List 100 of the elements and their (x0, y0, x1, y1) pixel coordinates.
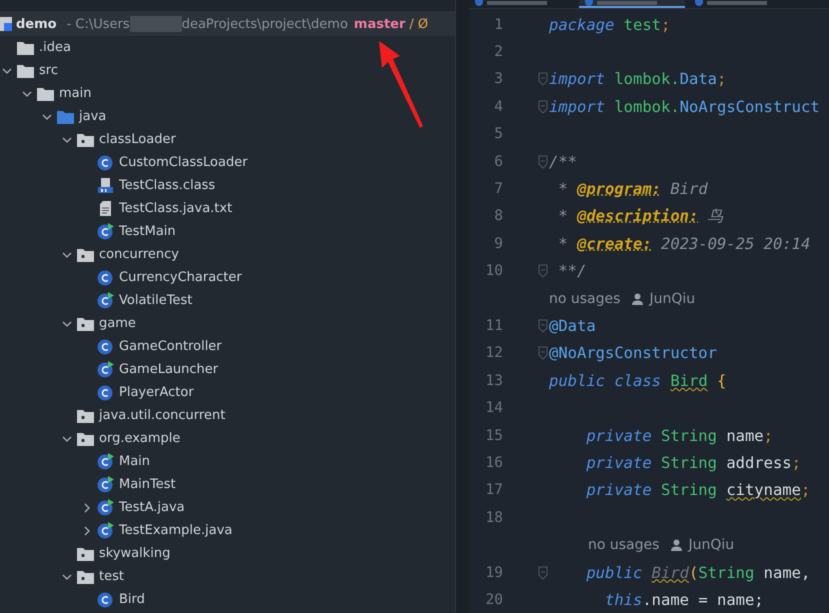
fold-marker-icon[interactable] (538, 154, 548, 169)
project-row[interactable]: demo - C:\Users deaProjects\project\demo master / Ø (0, 12, 455, 36)
line-number: 12 (484, 345, 503, 362)
project-path: - C:\Users (66, 16, 130, 32)
tree-item[interactable]: java.util.concurrent (99, 408, 226, 423)
code-line: import lombok.NoArgsConstruct (549, 98, 820, 116)
line-number: 18 (484, 510, 503, 526)
line-number: 20 (484, 592, 503, 608)
tree-item[interactable]: skywalking (99, 546, 170, 561)
line-number: 5 (493, 126, 503, 142)
package-icon (77, 316, 94, 330)
tree-item[interactable]: game (99, 316, 136, 331)
code-line: * @create: 2023-09-25 20:14 (557, 234, 810, 253)
chevron-icon[interactable] (62, 134, 72, 144)
code-line: private String address; (585, 454, 801, 472)
author-hint[interactable]: JunQiu (649, 290, 696, 307)
code-line: public Bird(String name, (585, 564, 810, 582)
code-line: public class Bird { (549, 372, 726, 390)
tree-item[interactable]: TestClass.java.txt (119, 201, 232, 216)
line-number: 16 (484, 454, 503, 471)
class-icon (97, 384, 114, 401)
text-file-icon (97, 200, 114, 217)
code-line: @Data (549, 316, 596, 335)
code-line: **/ (557, 262, 586, 280)
tree-item[interactable]: TestExample.java (119, 523, 232, 538)
package-icon (77, 408, 94, 422)
folder-icon (17, 64, 34, 78)
class-icon (97, 591, 114, 608)
package-icon (77, 570, 94, 584)
tree-item[interactable]: TestA.java (119, 500, 185, 515)
chevron-icon[interactable] (62, 434, 72, 444)
person-icon (632, 292, 644, 305)
fold-marker-icon[interactable] (538, 318, 548, 333)
line-number: 2 (493, 44, 503, 60)
runnable-class-icon (97, 292, 114, 309)
project-path: deaProjects\project\demo (182, 16, 348, 32)
tree-item[interactable]: CustomClassLoader (119, 155, 248, 170)
tree-item[interactable]: .idea (39, 40, 71, 55)
fold-marker-icon[interactable] (538, 566, 548, 580)
line-number: 14 (484, 400, 503, 416)
line-number: 3 (493, 71, 503, 88)
chevron-icon[interactable] (82, 502, 92, 512)
line-number: 15 (484, 428, 503, 444)
folder-icon (57, 110, 74, 124)
redacted-block (130, 16, 182, 32)
branch-suffix: / Ø (409, 16, 428, 32)
fold-marker-icon[interactable] (538, 72, 548, 86)
chevron-icon[interactable] (62, 250, 72, 260)
line-number: 17 (484, 482, 503, 498)
tree-item[interactable]: java (79, 109, 106, 124)
runnable-class-icon (97, 499, 114, 516)
usages-hint[interactable]: no usages (588, 537, 660, 554)
tree-item[interactable]: CurrencyCharacter (119, 270, 242, 285)
tree-item[interactable]: test (99, 569, 124, 584)
runnable-class-icon (97, 453, 114, 470)
tree-item[interactable]: classLoader (99, 132, 176, 147)
tree-item[interactable]: Bird (119, 592, 145, 607)
tree-item[interactable]: src (39, 63, 58, 78)
code-line: * @description: 鸟 (557, 206, 724, 227)
folder-icon (17, 40, 34, 54)
runnable-class-icon (97, 361, 114, 378)
tree-item[interactable]: MainTest (119, 477, 176, 492)
chevron-icon[interactable] (62, 318, 72, 328)
branch-name: master (354, 16, 406, 32)
tree-item[interactable]: PlayerActor (119, 385, 194, 400)
package-icon (77, 132, 94, 146)
fold-marker-icon[interactable] (538, 264, 548, 278)
chevron-icon[interactable] (2, 66, 12, 76)
chevron-icon[interactable] (62, 572, 72, 582)
folder-icon (37, 86, 54, 100)
code-line: /** (549, 152, 577, 171)
line-number: 13 (484, 372, 503, 389)
module-icon (0, 17, 12, 31)
tree-item[interactable]: TestClass.class (119, 178, 216, 193)
tree-item[interactable]: TestMain (119, 224, 176, 239)
line-number: 11 (484, 318, 503, 334)
fold-marker-icon[interactable] (538, 346, 548, 360)
person-icon (671, 539, 682, 552)
chevron-icon[interactable] (22, 88, 32, 98)
project-name: demo (16, 16, 57, 32)
code-line: import lombok.Data; (549, 70, 726, 88)
code-line: @NoArgsConstructor (549, 344, 717, 362)
runnable-class-icon (97, 223, 114, 240)
tree-item[interactable]: concurrency (99, 247, 179, 262)
author-hint[interactable]: JunQiu (688, 537, 734, 554)
usages-hint[interactable]: no usages (549, 290, 620, 307)
tree-item[interactable]: GameLauncher (119, 362, 218, 377)
chevron-icon[interactable] (42, 112, 52, 122)
fold-marker-icon[interactable] (538, 100, 548, 114)
class-icon (97, 338, 114, 355)
package-icon (77, 248, 94, 262)
tree-item[interactable]: org.example (99, 431, 180, 446)
editor-tab[interactable] (579, 0, 685, 8)
tree-item[interactable]: VolatileTest (119, 293, 192, 308)
class-icon (97, 269, 114, 286)
tree-item[interactable]: Main (119, 454, 150, 469)
chevron-icon[interactable] (82, 526, 92, 536)
code-line: package test; (549, 16, 670, 34)
tree-item[interactable]: GameController (119, 339, 222, 354)
tree-item[interactable]: main (59, 86, 92, 101)
